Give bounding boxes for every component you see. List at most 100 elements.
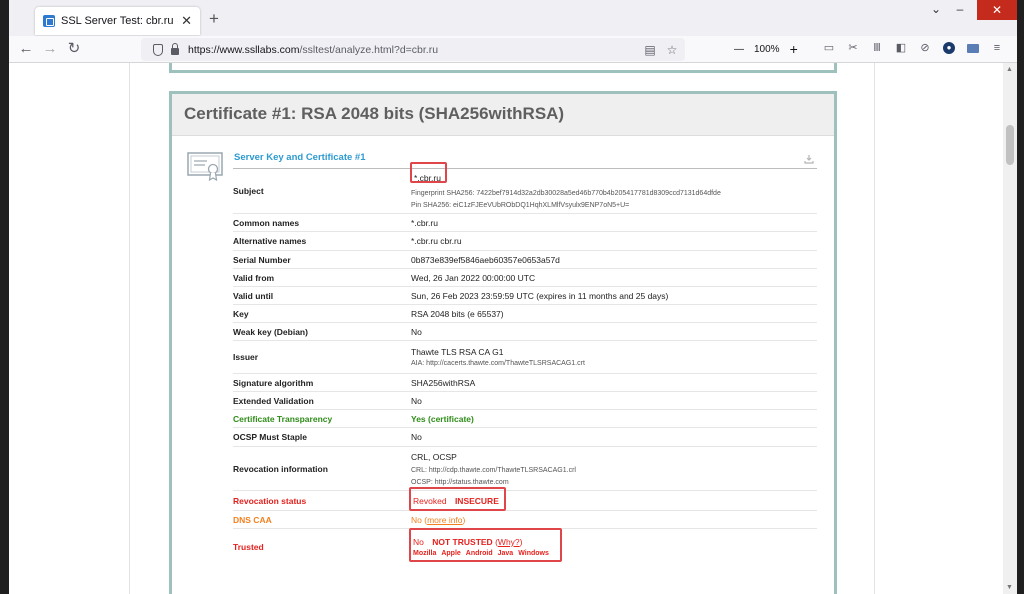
previous-section-box (169, 63, 837, 73)
row-value: Thawte TLS RSA CA G1 AIA: http://cacerts… (411, 347, 817, 367)
tab-strip: SSL Server Test: cbr.ru (Powered ✕ + ⌄ –… (9, 0, 1017, 36)
library-icon[interactable]: Ⅲ (871, 42, 883, 54)
navigation-bar: ← → ↻ https://www.ssllabs.com/ssltest/an… (9, 36, 1017, 63)
ocsp-text: OCSP: http://status.thawte.com (411, 478, 509, 486)
zoom-out-icon[interactable]: — (734, 44, 744, 55)
row-label: DNS CAA (233, 514, 272, 525)
row-value: Wed, 26 Jan 2022 00:00:00 UTC (411, 272, 536, 283)
row-label: Signature algorithm (233, 377, 314, 388)
screenshot-icon[interactable]: ✂ (847, 42, 859, 54)
row-value: No (411, 432, 422, 442)
zoom-level[interactable]: 100% (754, 44, 780, 55)
table-row-key: Key RSA 2048 bits (e 65537) (233, 305, 817, 323)
browser-window: SSL Server Test: cbr.ru (Powered ✕ + ⌄ –… (9, 0, 1017, 594)
pin-text: Pin SHA256: eiC1zFJEeVUbRObDQ1HqhXLMlfVs… (411, 202, 630, 209)
menu-icon[interactable]: ≡ (991, 42, 1003, 54)
certificate-icon (187, 152, 223, 182)
dns-caa-value: No (411, 514, 422, 525)
page-column: Certificate #1: RSA 2048 bits (SHA256wit… (129, 63, 875, 594)
table-row-signature-algorithm: Signature algorithm SHA256withRSA (233, 374, 817, 392)
row-label: Weak key (Debian) (233, 326, 308, 337)
row-value: Sun, 26 Feb 2023 23:59:59 UTC (expires i… (411, 290, 669, 301)
row-value: *.cbr.ru cbr.ru (411, 236, 462, 246)
highlight-trusted (409, 528, 562, 562)
subject-value: *.cbr.ru (414, 173, 441, 183)
download-icon[interactable] (804, 154, 814, 164)
lock-icon[interactable] (171, 43, 179, 55)
row-label: Key (233, 308, 249, 319)
row-value: Yes (certificate) (411, 414, 817, 424)
window-chevron-icon[interactable]: ⌄ (925, 2, 947, 16)
certificate-box: Certificate #1: RSA 2048 bits (SHA256wit… (169, 91, 837, 594)
forward-icon[interactable]: → (41, 40, 59, 58)
table-row-common-names: Common names *.cbr.ru (233, 214, 817, 232)
scroll-up-icon[interactable]: ▲ (1006, 66, 1013, 73)
table-row-alternative-names: Alternative names *.cbr.ru cbr.ru (233, 232, 817, 251)
tab-title: SSL Server Test: cbr.ru (Powered (61, 15, 177, 27)
address-bar[interactable]: https://www.ssllabs.com/ssltest/analyze.… (141, 38, 685, 61)
minimize-icon[interactable]: – (949, 2, 971, 16)
table-row-dns-caa: DNS CAA No (more info) (233, 511, 817, 529)
close-window-icon[interactable]: ✕ (977, 0, 1017, 20)
row-label: Certificate Transparency (233, 413, 333, 424)
table-row-extended-validation: Extended Validation No (233, 392, 817, 410)
reader-view-icon[interactable]: ▤ (641, 43, 659, 57)
table-row-serial-number: Serial Number 0b873e839ef5846aeb60357e06… (233, 251, 817, 269)
row-value: *.cbr.ru Fingerprint SHA256: 7422bef7914… (411, 173, 817, 209)
table-row-valid-until: Valid until Sun, 26 Feb 2023 23:59:59 UT… (233, 287, 817, 305)
row-label: OCSP Must Staple (233, 432, 307, 442)
section-title: Server Key and Certificate #1 (234, 152, 366, 163)
row-label: Revocation status (233, 495, 307, 506)
shield-icon[interactable] (153, 43, 163, 56)
revocation-methods: CRL, OCSP (411, 451, 457, 462)
tabs-icon[interactable]: ▭ (823, 42, 835, 54)
ssllabs-favicon-icon (43, 15, 55, 27)
aia-text: AIA: http://cacerts.thawte.com/ThawteTLS… (411, 360, 585, 367)
row-label: Common names (233, 217, 300, 228)
zoom-in-icon[interactable]: + (790, 41, 798, 57)
table-row-revocation-status: Revocation status Revoked INSECURE (233, 491, 817, 511)
row-label: Revocation information (233, 463, 328, 474)
sidebar-icon[interactable]: ◧ (895, 42, 907, 54)
row-label: Issuer (233, 352, 259, 362)
reload-icon[interactable]: ↻ (65, 40, 83, 58)
table-row-subject: Subject *.cbr.ru Fingerprint SHA256: 742… (233, 169, 817, 214)
crl-text: CRL: http://cdp.thawte.com/ThawteTLSRSAC… (411, 466, 576, 474)
scrollbar-thumb[interactable] (1006, 125, 1014, 165)
row-label: Valid from (233, 272, 275, 283)
row-label: Alternative names (233, 236, 307, 246)
certificate-header: Certificate #1: RSA 2048 bits (SHA256wit… (172, 94, 834, 136)
table-row-ocsp-must-staple: OCSP Must Staple No (233, 428, 817, 447)
row-label: Trusted (233, 542, 264, 552)
tab-close-icon[interactable]: ✕ (181, 13, 192, 29)
row-value: RSA 2048 bits (e 65537) (411, 308, 504, 319)
highlight-revocation-status (409, 487, 506, 511)
issuer-name: Thawte TLS RSA CA G1 (411, 347, 504, 357)
row-value: No (more info) (411, 514, 466, 525)
extension-icon[interactable]: ● (943, 42, 955, 54)
row-value: No (411, 395, 422, 406)
table-row-valid-from: Valid from Wed, 26 Jan 2022 00:00:00 UTC (233, 269, 817, 287)
block-icon[interactable]: ⊘ (919, 42, 931, 54)
back-icon[interactable]: ← (17, 40, 35, 58)
row-value: 0b873e839ef5846aeb60357e0653a57d (411, 254, 560, 265)
row-label: Extended Validation (233, 395, 314, 406)
new-tab-icon[interactable]: + (209, 9, 219, 29)
table-row-revocation-information: Revocation information CRL, OCSP CRL: ht… (233, 447, 817, 491)
zoom-controls: — 100% + (734, 41, 798, 57)
more-info-link[interactable]: more info (427, 515, 462, 525)
row-label: Valid until (233, 290, 274, 301)
fingerprint-text: Fingerprint SHA256: 7422bef7914d32a2db30… (411, 190, 721, 197)
scroll-down-icon[interactable]: ▼ (1006, 584, 1013, 591)
bookmark-star-icon[interactable]: ☆ (663, 43, 681, 57)
row-value: CRL, OCSP CRL: http://cdp.thawte.com/Tha… (411, 452, 817, 486)
vertical-scrollbar[interactable]: ▲ ▼ (1003, 63, 1017, 594)
row-value: SHA256withRSA (411, 377, 476, 388)
flag-icon[interactable] (967, 44, 979, 53)
browser-tab[interactable]: SSL Server Test: cbr.ru (Powered ✕ (35, 7, 200, 35)
url-text[interactable]: https://www.ssllabs.com/ssltest/analyze.… (188, 44, 641, 56)
row-value: No (411, 326, 422, 337)
page-content: Certificate #1: RSA 2048 bits (SHA256wit… (9, 63, 1003, 594)
certificate-table: Subject *.cbr.ru Fingerprint SHA256: 742… (233, 169, 817, 565)
row-value: *.cbr.ru (411, 217, 438, 228)
